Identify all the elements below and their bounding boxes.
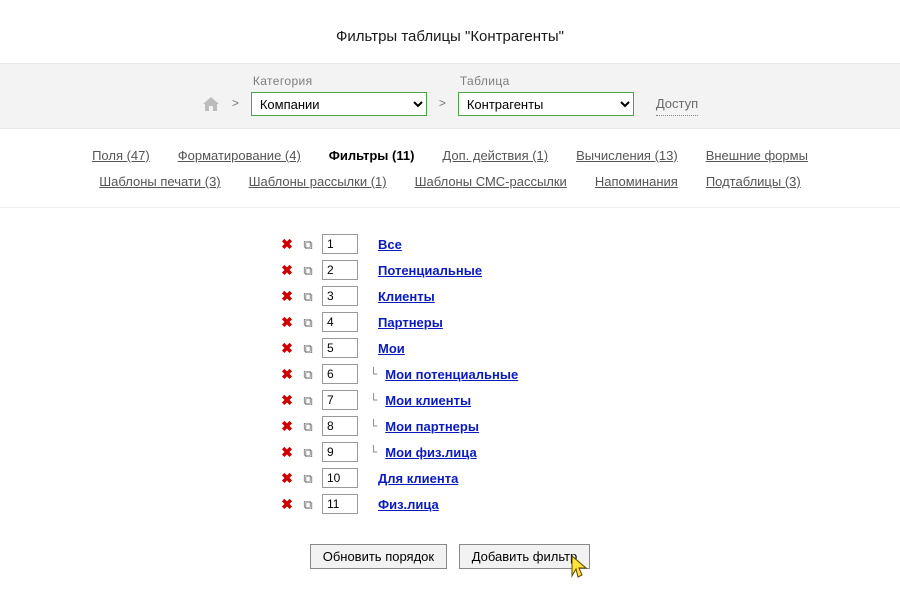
tab-link[interactable]: Шаблоны рассылки (1) — [249, 174, 387, 189]
copy-icon[interactable]: ⧉ — [300, 342, 316, 355]
filter-name-link[interactable]: Клиенты — [378, 289, 435, 304]
access-link[interactable]: Доступ — [656, 96, 698, 116]
add-filter-button[interactable]: Добавить фильтр — [459, 544, 591, 569]
breadcrumb-bar: > Категория Компании > Таблица Контраген… — [0, 63, 900, 129]
filter-name-link[interactable]: Партнеры — [378, 315, 443, 330]
filter-row: ✖ ⧉ Мои — [280, 338, 620, 358]
delete-icon[interactable]: ✖ — [280, 289, 294, 303]
category-label: Категория — [251, 74, 427, 88]
order-input[interactable] — [322, 338, 358, 358]
update-order-button[interactable]: Обновить порядок — [310, 544, 447, 569]
order-input[interactable] — [322, 312, 358, 332]
order-input[interactable] — [322, 234, 358, 254]
delete-icon[interactable]: ✖ — [280, 263, 294, 277]
tab-link[interactable]: Подтаблицы (3) — [706, 174, 801, 189]
delete-icon[interactable]: ✖ — [280, 341, 294, 355]
order-input[interactable] — [322, 364, 358, 384]
tree-branch-icon: └ — [364, 445, 379, 459]
copy-icon[interactable]: ⧉ — [300, 472, 316, 485]
tabs-nav: Поля (47) Форматирование (4) Фильтры (11) Д… — [0, 129, 900, 208]
copy-icon[interactable]: ⧉ — [300, 264, 316, 277]
tab-link[interactable]: Шаблоны СМС-рассылки — [415, 174, 567, 189]
actions-row: Обновить порядок Добавить фильтр — [0, 526, 900, 587]
delete-icon[interactable]: ✖ — [280, 315, 294, 329]
breadcrumb-sep: > — [232, 96, 239, 116]
table-label: Таблица — [458, 74, 634, 88]
filter-name-link[interactable]: Физ.лица — [378, 497, 439, 512]
copy-icon[interactable]: ⧉ — [300, 498, 316, 511]
filter-row: ✖ ⧉ Для клиента — [280, 468, 620, 488]
filter-name-link[interactable]: Мои потенциальные — [385, 367, 518, 382]
delete-icon[interactable]: ✖ — [280, 419, 294, 433]
filters-list: ✖⧉Все✖⧉Потенциальные✖⧉Клиенты✖⧉Партнеры✖… — [0, 208, 900, 526]
copy-icon[interactable]: ⧉ — [300, 238, 316, 251]
order-input[interactable] — [322, 468, 358, 488]
filter-row: ✖ ⧉ Партнеры — [280, 312, 620, 332]
filter-name-link[interactable]: Мои физ.лица — [385, 445, 476, 460]
tab-link[interactable]: Напоминания — [595, 174, 678, 189]
filter-row: ✖ ⧉ Все — [280, 234, 620, 254]
filter-row: ✖ ⧉ └ Мои партнеры — [280, 416, 620, 436]
tab-link[interactable]: Шаблоны печати (3) — [99, 174, 220, 189]
filter-name-link[interactable]: Мои — [378, 341, 405, 356]
order-input[interactable] — [322, 442, 358, 462]
copy-icon[interactable]: ⧉ — [300, 368, 316, 381]
order-input[interactable] — [322, 390, 358, 410]
home-icon[interactable] — [202, 96, 220, 116]
page-title: Фильтры таблицы "Контрагенты" — [0, 0, 900, 63]
copy-icon[interactable]: ⧉ — [300, 290, 316, 303]
order-input[interactable] — [322, 260, 358, 280]
tree-branch-icon: └ — [364, 419, 379, 433]
delete-icon[interactable]: ✖ — [280, 471, 294, 485]
filter-name-link[interactable]: Мои партнеры — [385, 419, 479, 434]
breadcrumb-sep: > — [439, 96, 446, 116]
delete-icon[interactable]: ✖ — [280, 445, 294, 459]
tab-current: Фильтры (11) — [329, 148, 415, 163]
tab-link[interactable]: Доп. действия (1) — [442, 148, 548, 163]
tree-branch-icon: └ — [364, 367, 379, 381]
delete-icon[interactable]: ✖ — [280, 497, 294, 511]
table-select[interactable]: Контрагенты — [458, 92, 634, 116]
filter-name-link[interactable]: Для клиента — [378, 471, 458, 486]
filter-row: ✖ ⧉ Клиенты — [280, 286, 620, 306]
tab-link[interactable]: Поля (47) — [92, 148, 150, 163]
tab-link[interactable]: Форматирование (4) — [178, 148, 301, 163]
copy-icon[interactable]: ⧉ — [300, 316, 316, 329]
tab-link[interactable]: Вычисления (13) — [576, 148, 678, 163]
order-input[interactable] — [322, 494, 358, 514]
filter-name-link[interactable]: Потенциальные — [378, 263, 482, 278]
filter-row: ✖ ⧉ └ Мои клиенты — [280, 390, 620, 410]
filter-row: ✖ ⧉ Физ.лица — [280, 494, 620, 514]
filter-name-link[interactable]: Мои клиенты — [385, 393, 471, 408]
delete-icon[interactable]: ✖ — [280, 367, 294, 381]
order-input[interactable] — [322, 286, 358, 306]
category-select[interactable]: Компании — [251, 92, 427, 116]
delete-icon[interactable]: ✖ — [280, 393, 294, 407]
copy-icon[interactable]: ⧉ — [300, 420, 316, 433]
delete-icon[interactable]: ✖ — [280, 237, 294, 251]
tree-branch-icon: └ — [364, 393, 379, 407]
filter-name-link[interactable]: Все — [378, 237, 402, 252]
filter-row: ✖ ⧉ └ Мои потенциальные — [280, 364, 620, 384]
filter-row: ✖ ⧉ Потенциальные — [280, 260, 620, 280]
copy-icon[interactable]: ⧉ — [300, 446, 316, 459]
tab-link[interactable]: Внешние формы — [706, 148, 808, 163]
order-input[interactable] — [322, 416, 358, 436]
filter-row: ✖ ⧉ └ Мои физ.лица — [280, 442, 620, 462]
copy-icon[interactable]: ⧉ — [300, 394, 316, 407]
